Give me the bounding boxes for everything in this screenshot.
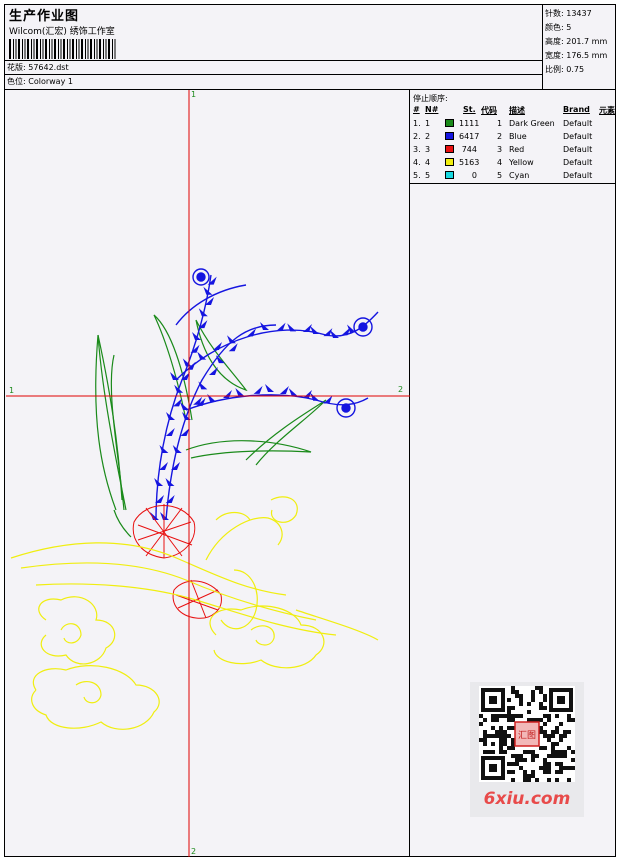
color-swatch xyxy=(445,132,454,140)
axis-label-right: 2 xyxy=(398,385,404,394)
table-row: 1. 1 1111 1 Dark Green Default xyxy=(413,119,593,128)
table-row: 4. 4 5163 4 Yellow Default xyxy=(413,158,593,167)
plume-spike xyxy=(303,390,312,398)
design-scale: 比例: 0.75 xyxy=(545,65,585,74)
design-file-name: 花版: 57642.dst xyxy=(7,63,69,72)
axis-label-bottom: 2 xyxy=(191,847,197,856)
company-name: Wilcom(汇宏) 绣饰工作室 xyxy=(9,27,115,37)
plume-spike xyxy=(223,390,232,398)
axis-label-top: 1 xyxy=(191,90,197,99)
col-header-stitches: St. xyxy=(463,105,476,114)
seal-icon: 汇图 xyxy=(518,730,536,741)
color-swatch xyxy=(445,119,454,127)
table-row: 2. 2 6417 2 Blue Default xyxy=(413,132,593,141)
file-divider xyxy=(5,60,542,61)
plume-spike xyxy=(165,478,175,486)
design-width: 宽度: 176.5 mm xyxy=(545,51,608,60)
col-header-index: # xyxy=(413,105,420,114)
plume-spike xyxy=(213,342,222,350)
col-header-brand: Brand xyxy=(563,105,590,114)
plume-spike xyxy=(198,308,208,317)
stitch-count: 针数: 13437 xyxy=(545,9,592,18)
colorway-label: 色位: Colorway 1 xyxy=(7,77,73,86)
plume-spike xyxy=(228,343,238,352)
color-count: 颜色: 5 xyxy=(545,23,572,32)
plume-spike xyxy=(279,386,289,395)
plume-spike xyxy=(182,412,191,420)
stop-sequence-label: 停止顺序: xyxy=(413,94,448,103)
plume-spike xyxy=(209,367,218,375)
col-header-element: 元素 xyxy=(599,106,615,115)
barcode-icon xyxy=(9,39,116,59)
col-header-needle: N# xyxy=(425,105,439,114)
col-header-description: 描述 xyxy=(509,106,525,115)
plume-spike xyxy=(253,385,263,394)
axis-label-left: 1 xyxy=(9,386,15,395)
qr-code-icon: 汇图 xyxy=(479,686,575,782)
color-swatch xyxy=(445,145,454,153)
colorway-divider xyxy=(5,74,542,75)
table-row: 5. 5 0 5 Cyan Default xyxy=(413,171,593,180)
color-swatch xyxy=(445,158,454,166)
page-title: 生产作业图 xyxy=(9,9,80,24)
watermark-card: 汇图 6xiu.com xyxy=(470,682,584,817)
table-row: 3. 3 744 3 Red Default xyxy=(413,145,593,154)
design-stats: 针数: 13437 颜色: 5 高度: 201.7 mm 宽度: 176.5 m… xyxy=(545,7,607,77)
green-thread-layer xyxy=(95,314,327,538)
plume-spike xyxy=(265,384,274,392)
col-header-code: 代码 xyxy=(481,106,497,115)
stats-divider xyxy=(542,5,543,89)
plume-spike xyxy=(330,330,339,338)
plume-spike xyxy=(159,445,169,453)
red-thread-layer xyxy=(132,504,222,619)
plume-spike xyxy=(197,351,207,360)
color-swatch xyxy=(445,171,454,179)
plume-spike xyxy=(288,388,298,397)
watermark-site: 6xiu.com xyxy=(483,789,571,809)
embroidery-preview xyxy=(6,90,410,857)
design-height: 高度: 201.7 mm xyxy=(545,37,608,46)
